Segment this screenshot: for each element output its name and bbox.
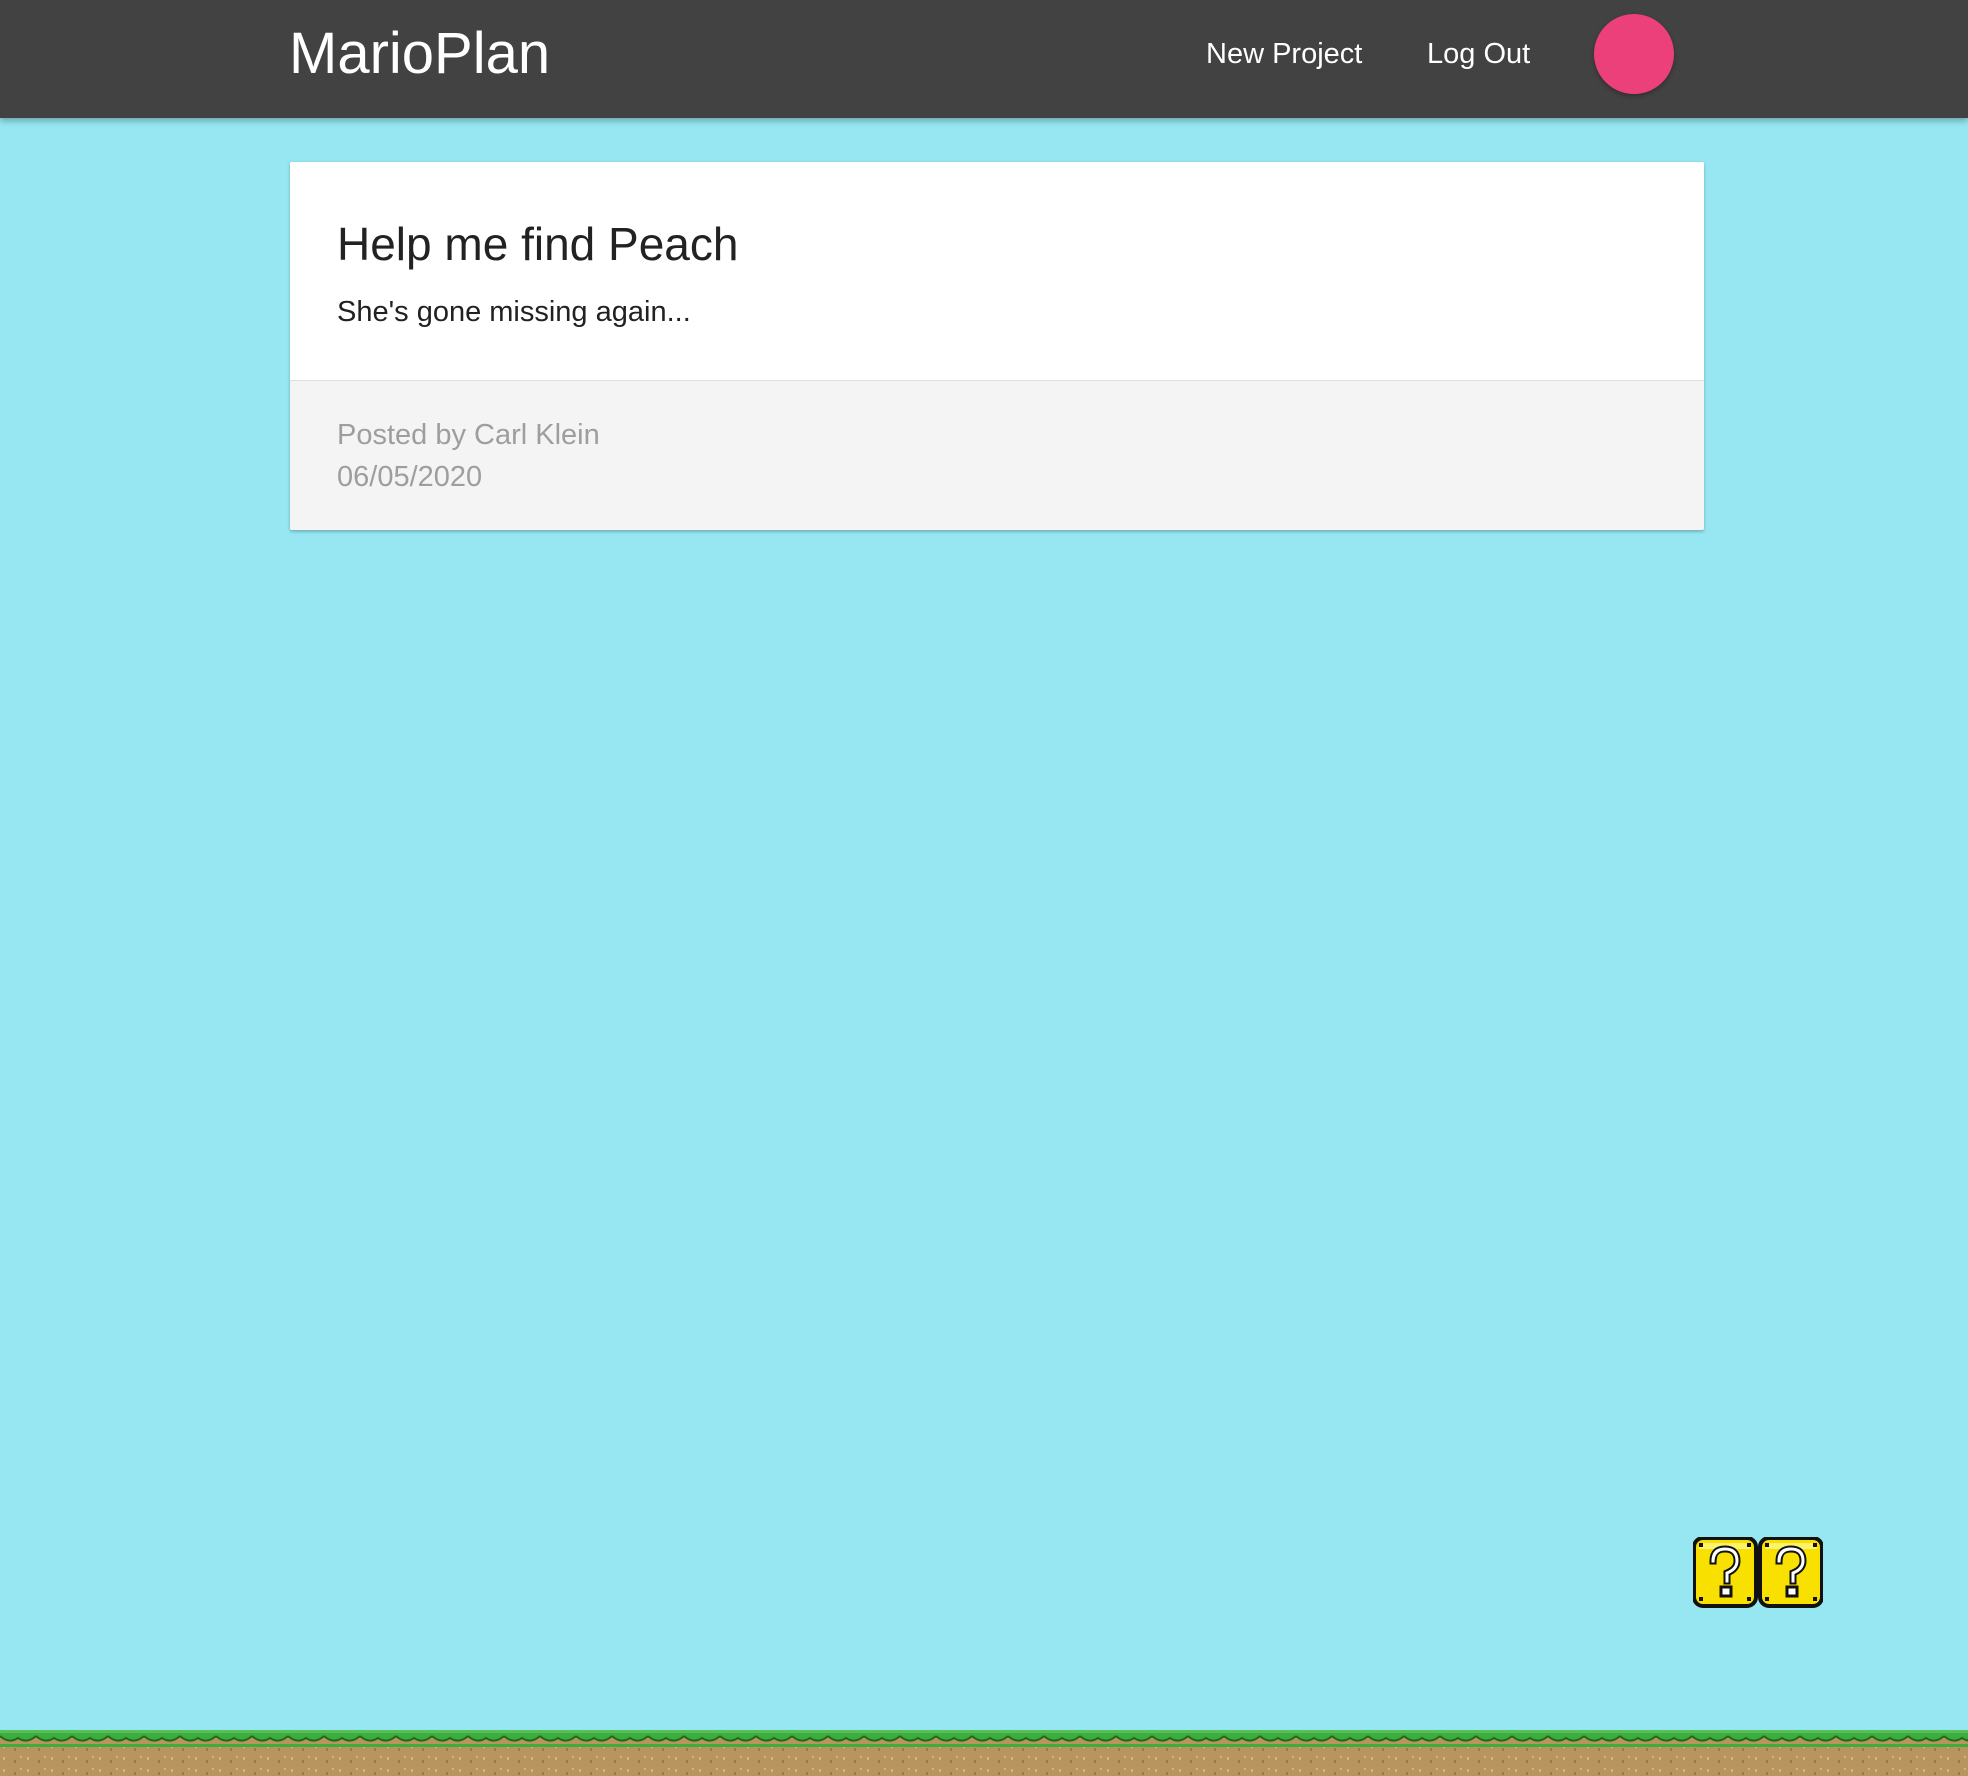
project-title: Help me find Peach bbox=[337, 218, 739, 270]
question-block-icon bbox=[1693, 1537, 1758, 1608]
question-block-icon bbox=[1758, 1537, 1823, 1608]
log-out-link[interactable]: Log Out bbox=[1427, 32, 1530, 76]
new-project-link[interactable]: New Project bbox=[1206, 32, 1362, 76]
user-avatar-button[interactable] bbox=[1594, 14, 1674, 94]
posted-date: 06/05/2020 bbox=[337, 461, 483, 493]
project-content: She's gone missing again... bbox=[337, 296, 691, 328]
grass-ground bbox=[0, 1730, 1968, 1776]
question-blocks bbox=[1693, 1537, 1823, 1608]
card-content: Help me find Peach She's gone missing ag… bbox=[290, 162, 1704, 380]
brand-logo-link[interactable]: MarioPlan bbox=[289, 18, 550, 90]
posted-by-text: Posted by Carl Klein bbox=[337, 419, 600, 451]
card-action-footer: Posted by Carl Klein 06/05/2020 bbox=[290, 380, 1704, 530]
project-details-card: Help me find Peach She's gone missing ag… bbox=[290, 162, 1704, 530]
navbar: MarioPlan New Project Log Out bbox=[0, 0, 1968, 118]
